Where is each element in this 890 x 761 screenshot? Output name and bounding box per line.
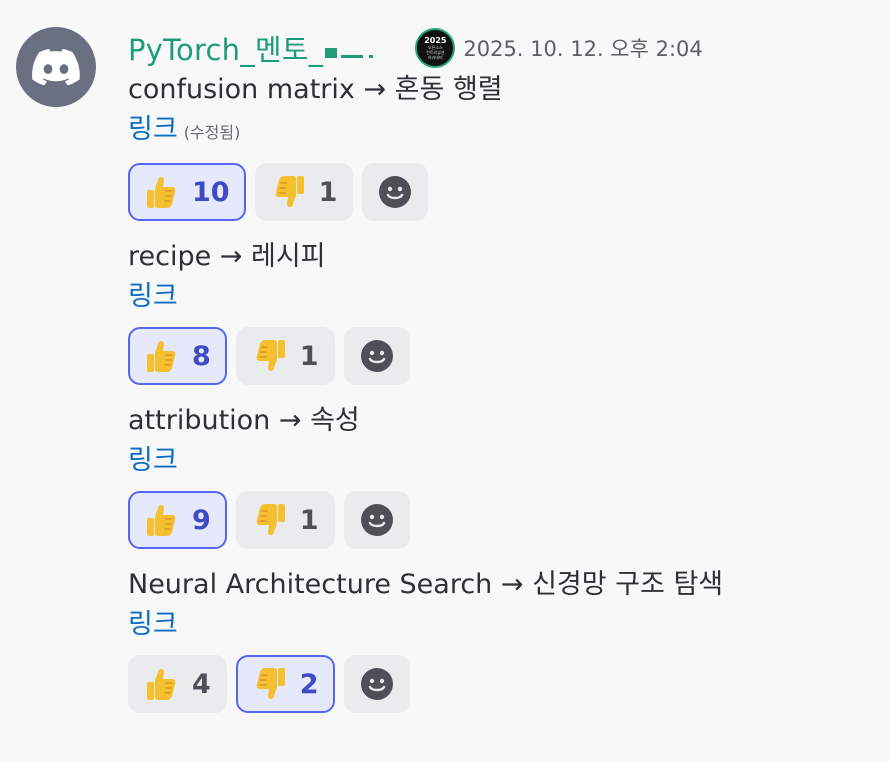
thumbs-up-reaction[interactable]: 10 <box>128 163 246 221</box>
thumbs-down-count: 2 <box>299 668 319 700</box>
thumbs-down-reaction[interactable]: 2 <box>235 655 335 713</box>
edited-label: (수정됨) <box>183 123 241 142</box>
term-text: attribution → 속성 <box>128 405 360 436</box>
thumbs-up-count: 4 <box>192 668 211 700</box>
message-content: PyTorch_멘토_ 2025 오픈소스 컨트리뷰션 아카데미 2025. 1… <box>128 26 868 729</box>
message-body: confusion matrix → 혼동 행렬 링크 (수정됨) 10 1 r… <box>128 70 868 715</box>
term-entry: attribution → 속성 링크 9 1 <box>128 401 868 551</box>
reference-link[interactable]: 링크 <box>128 605 178 645</box>
username[interactable]: PyTorch_멘토_ <box>128 27 323 69</box>
thumbs-up-icon <box>142 336 182 376</box>
thumbs-down-icon <box>250 336 290 376</box>
thumbs-down-count: 1 <box>318 176 338 208</box>
thumbs-down-icon <box>250 500 290 540</box>
reference-link[interactable]: 링크 <box>128 441 178 481</box>
term-text: confusion matrix → 혼동 행렬 <box>128 74 503 105</box>
add-reaction-button[interactable] <box>343 327 410 385</box>
thumbs-up-count: 10 <box>192 176 230 208</box>
thumbs-down-reaction[interactable]: 1 <box>254 163 354 221</box>
link-row: 링크 <box>128 441 868 481</box>
reference-link[interactable]: 링크 <box>128 110 178 150</box>
thumbs-down-icon <box>269 172 309 212</box>
add-reaction-button[interactable] <box>343 491 410 549</box>
link-row: 링크 <box>128 277 868 317</box>
avatar[interactable] <box>16 27 96 107</box>
thumbs-down-count: 1 <box>299 340 319 372</box>
link-row: 링크 <box>128 605 868 645</box>
thumbs-up-count: 8 <box>192 340 211 372</box>
thumbs-up-count: 9 <box>192 504 211 536</box>
badge-year: 2025 <box>424 36 447 45</box>
smiley-add-reaction-icon <box>360 340 393 372</box>
thumbs-down-icon <box>250 664 290 704</box>
add-reaction-button[interactable] <box>362 163 429 221</box>
smiley-add-reaction-icon <box>360 504 393 536</box>
smiley-add-reaction-icon <box>360 668 393 700</box>
thumbs-up-icon <box>142 500 182 540</box>
thumbs-up-reaction[interactable]: 9 <box>128 491 227 549</box>
smiley-add-reaction-icon <box>379 176 412 208</box>
thumbs-down-reaction[interactable]: 1 <box>235 491 335 549</box>
reference-link[interactable]: 링크 <box>128 277 178 317</box>
badge-line: 아카데미 <box>427 55 443 60</box>
reactions-bar: 10 1 <box>128 163 868 223</box>
reactions-bar: 9 1 <box>128 491 868 551</box>
thumbs-up-icon <box>142 172 182 212</box>
term-entry: recipe → 레시피 링크 8 1 <box>128 237 868 387</box>
thumbs-up-reaction[interactable]: 8 <box>128 327 227 385</box>
reactions-bar: 8 1 <box>128 327 868 387</box>
chat-message: PyTorch_멘토_ 2025 오픈소스 컨트리뷰션 아카데미 2025. 1… <box>0 0 890 761</box>
thumbs-down-reaction[interactable]: 1 <box>235 327 335 385</box>
academy-badge-icon[interactable]: 2025 오픈소스 컨트리뷰션 아카데미 <box>415 28 456 68</box>
thumbs-up-reaction[interactable]: 4 <box>128 655 227 713</box>
reactions-bar: 4 2 <box>128 655 868 715</box>
message-header: PyTorch_멘토_ 2025 오픈소스 컨트리뷰션 아카데미 2025. 1… <box>128 26 868 70</box>
link-row: 링크 (수정됨) <box>128 110 868 153</box>
username-redacted-part <box>325 35 375 61</box>
timestamp[interactable]: 2025. 10. 12. 오후 2:04 <box>463 33 702 63</box>
discord-logo-icon <box>32 49 80 85</box>
add-reaction-button[interactable] <box>343 655 410 713</box>
term-entry: Neural Architecture Search → 신경망 구조 탐색 링… <box>128 565 868 715</box>
term-text: Neural Architecture Search → 신경망 구조 탐색 <box>128 569 724 600</box>
thumbs-down-count: 1 <box>299 504 319 536</box>
term-text: recipe → 레시피 <box>128 241 326 272</box>
term-entry: confusion matrix → 혼동 행렬 링크 (수정됨) 10 1 <box>128 70 868 223</box>
thumbs-up-icon <box>142 664 182 704</box>
